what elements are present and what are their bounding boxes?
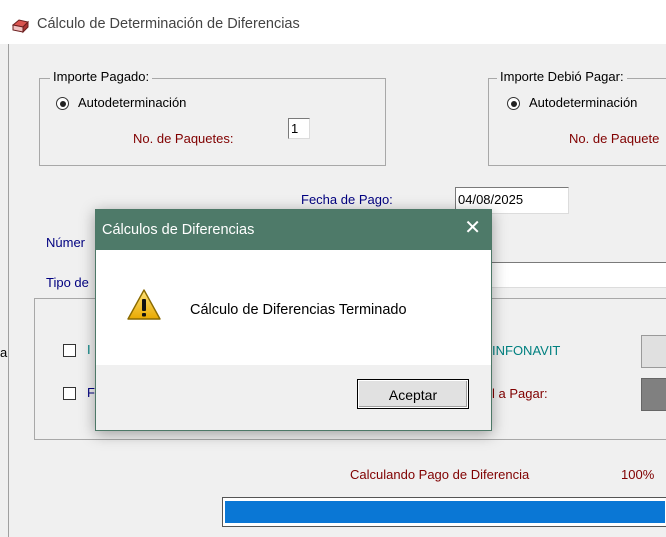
window-title: Cálculo de Determinación de Diferencias: [37, 16, 300, 32]
close-icon[interactable]: ✕: [464, 218, 481, 238]
autodeterminacion-pagado-label: Autodeterminación: [78, 95, 187, 110]
app-icon: [11, 16, 31, 37]
aceptar-button-label: Aceptar: [388, 387, 438, 403]
tipo-label: Tipo de: [46, 275, 89, 290]
autodeterminacion-debio-radio[interactable]: [507, 97, 520, 110]
tipo-input[interactable]: [488, 262, 666, 288]
progress-percent: 100%: [621, 467, 655, 482]
fecha-pago-label: Fecha de Pago:: [301, 192, 393, 207]
option2-checkbox[interactable]: [63, 387, 76, 400]
infonavit-value-box: [641, 335, 666, 368]
warning-icon: [126, 288, 162, 325]
importe-pagado-legend: Importe Pagado:: [50, 69, 153, 84]
paquetes-debio-label: No. de Paquete: [569, 131, 660, 146]
autodeterminacion-pagado-radio[interactable]: [56, 97, 69, 110]
aceptar-button[interactable]: Aceptar: [357, 379, 469, 409]
total-pagar-value-box: [641, 378, 666, 411]
dialog-titlebar: Cálculos de Diferencias ✕: [96, 210, 491, 250]
message-dialog: Cálculos de Diferencias ✕ Cálculo de Dif…: [95, 209, 492, 431]
option1-label: I: [87, 342, 91, 357]
progress-bar: [222, 497, 666, 527]
dialog-title: Cálculos de Diferencias: [102, 222, 255, 238]
paquetes-pagado-label: No. de Paquetes:: [133, 131, 234, 146]
autodeterminacion-debio-label: Autodeterminación: [529, 95, 638, 110]
dialog-footer: Aceptar: [96, 365, 491, 430]
window-titlebar: Cálculo de Determinación de Diferencias: [0, 0, 666, 44]
total-pagar-label: l a Pagar:: [492, 386, 548, 401]
importe-debio-legend: Importe Debió Pagar:: [497, 69, 627, 84]
option1-checkbox[interactable]: [63, 344, 76, 357]
infonavit-label: INFONAVIT: [492, 343, 561, 358]
numero-label: Númer: [46, 235, 86, 250]
paquetes-pagado-input[interactable]: 1: [288, 118, 310, 139]
dialog-content: Cálculo de Diferencias Terminado: [96, 250, 491, 365]
option2-label: F: [87, 385, 95, 400]
left-edge-text: a: [0, 345, 8, 360]
importe-pagado-group: [39, 78, 386, 166]
dialog-message: Cálculo de Diferencias Terminado: [190, 302, 407, 318]
progress-label: Calculando Pago de Diferencia: [350, 467, 530, 482]
progress-bar-fill: [225, 501, 665, 523]
importe-debio-group: [488, 78, 666, 166]
